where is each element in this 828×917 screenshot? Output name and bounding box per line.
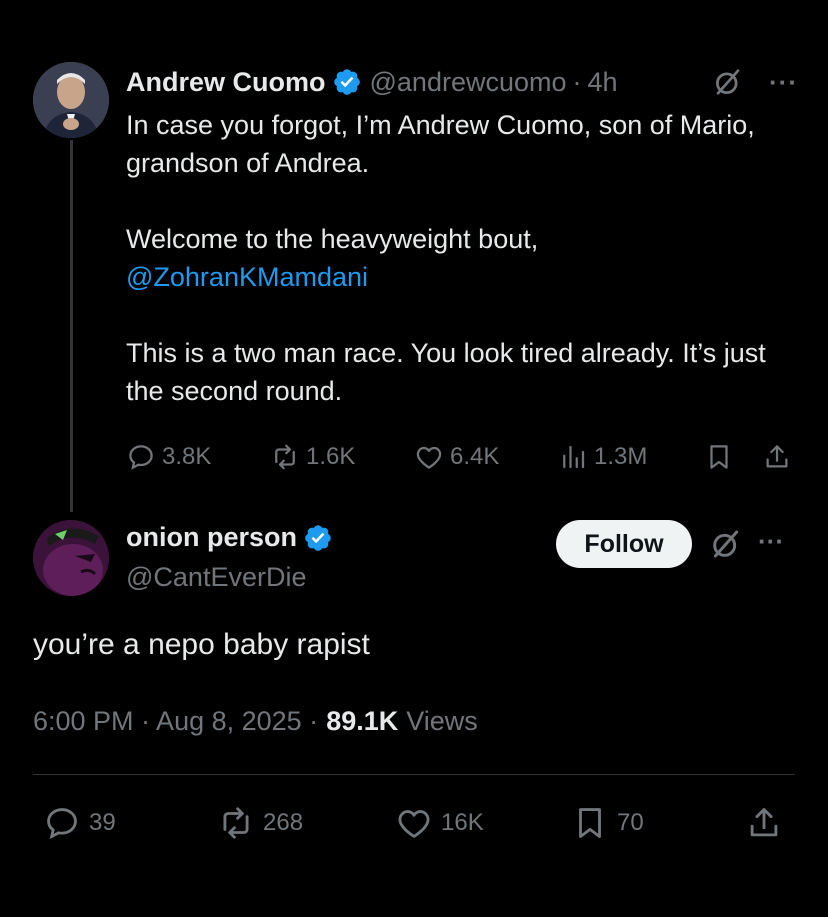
tweet-text: you’re a nepo baby rapist <box>33 628 370 661</box>
reply-icon <box>47 808 77 840</box>
author-name[interactable]: Andrew Cuomo <box>126 67 326 98</box>
author-handle[interactable]: @andrewcuomo <box>370 67 567 98</box>
reply-button[interactable]: 3.8K <box>126 442 211 472</box>
like-count: 6.4K <box>450 443 500 470</box>
grok-icon[interactable] <box>710 528 742 560</box>
author-name[interactable]: onion person <box>126 522 297 553</box>
thread-connector-line <box>70 140 73 512</box>
more-icon[interactable]: ··· <box>758 526 784 557</box>
repost-icon <box>275 444 295 470</box>
like-icon <box>398 810 430 838</box>
like-button[interactable]: 6.4K <box>414 442 499 472</box>
mention-link[interactable]: @ZohranKMamdani <box>126 262 368 292</box>
like-button[interactable]: 16K <box>395 804 484 842</box>
tweet-meta: 6:00 PM · Aug 8, 2025 · 89.1K Views <box>33 706 478 737</box>
repost-count: 1.6K <box>306 443 356 470</box>
bookmark-icon <box>710 445 728 469</box>
views-button[interactable]: 1.3M <box>558 442 647 472</box>
tweet-time[interactable]: 4h <box>588 67 618 98</box>
author-handle[interactable]: @CantEverDie <box>126 562 306 593</box>
repost-icon <box>223 807 249 839</box>
tweet-paragraph: This is a two man race. You look tired a… <box>126 338 766 406</box>
views-icon <box>563 445 585 469</box>
more-icon[interactable]: ··· <box>769 67 798 98</box>
share-icon <box>750 808 778 837</box>
like-count: 16K <box>441 809 484 836</box>
views-label: Views <box>406 706 478 736</box>
tweet-timestamp[interactable]: 6:00 PM · Aug 8, 2025 · <box>33 706 318 737</box>
bookmark-button[interactable] <box>704 442 740 472</box>
tweet-actions: 3.8K 1.6K 6.4K 1.3M <box>126 438 796 478</box>
follow-button[interactable]: Follow <box>556 520 692 568</box>
avatar[interactable] <box>33 520 109 596</box>
tweet-paragraph-text: Welcome to the heavyweight bout, <box>126 224 539 254</box>
avatar[interactable] <box>33 62 109 138</box>
reply-count: 39 <box>89 809 116 836</box>
divider <box>33 774 795 775</box>
avatar-image <box>33 520 109 596</box>
repost-button[interactable]: 1.6K <box>270 442 355 472</box>
reply-button[interactable]: 39 <box>43 804 116 842</box>
repost-button[interactable]: 268 <box>217 804 303 842</box>
share-icon <box>766 445 788 468</box>
share-button[interactable] <box>762 442 798 472</box>
tweet-header: onion person <box>126 522 341 553</box>
bookmark-count: 70 <box>617 809 644 836</box>
tweet-paragraph: Welcome to the heavyweight bout, @ZohranK… <box>126 220 796 296</box>
reply-count: 3.8K <box>162 443 212 470</box>
share-button[interactable] <box>745 804 791 842</box>
grok-icon[interactable] <box>713 67 743 97</box>
tweet-paragraph: In case you forgot, I’m Andrew Cuomo, so… <box>126 110 755 178</box>
bookmark-button[interactable]: 70 <box>571 804 644 842</box>
bookmark-icon <box>579 808 601 838</box>
avatar-image <box>33 62 109 138</box>
like-icon <box>416 446 442 469</box>
verified-badge-icon <box>333 69 360 95</box>
reply-icon <box>129 445 153 470</box>
views-count: 1.3M <box>594 443 648 470</box>
separator-dot: · <box>572 66 582 97</box>
tweet-text: In case you forgot, I’m Andrew Cuomo, so… <box>126 106 796 448</box>
verified-badge-icon <box>305 524 331 551</box>
tweet-actions: 39 268 16K 70 <box>33 802 795 846</box>
views-count: 89.1K <box>326 706 399 736</box>
repost-count: 268 <box>263 809 304 836</box>
tweet-header: Andrew Cuomo @andrewcuomo · 4h ··· <box>126 64 798 100</box>
